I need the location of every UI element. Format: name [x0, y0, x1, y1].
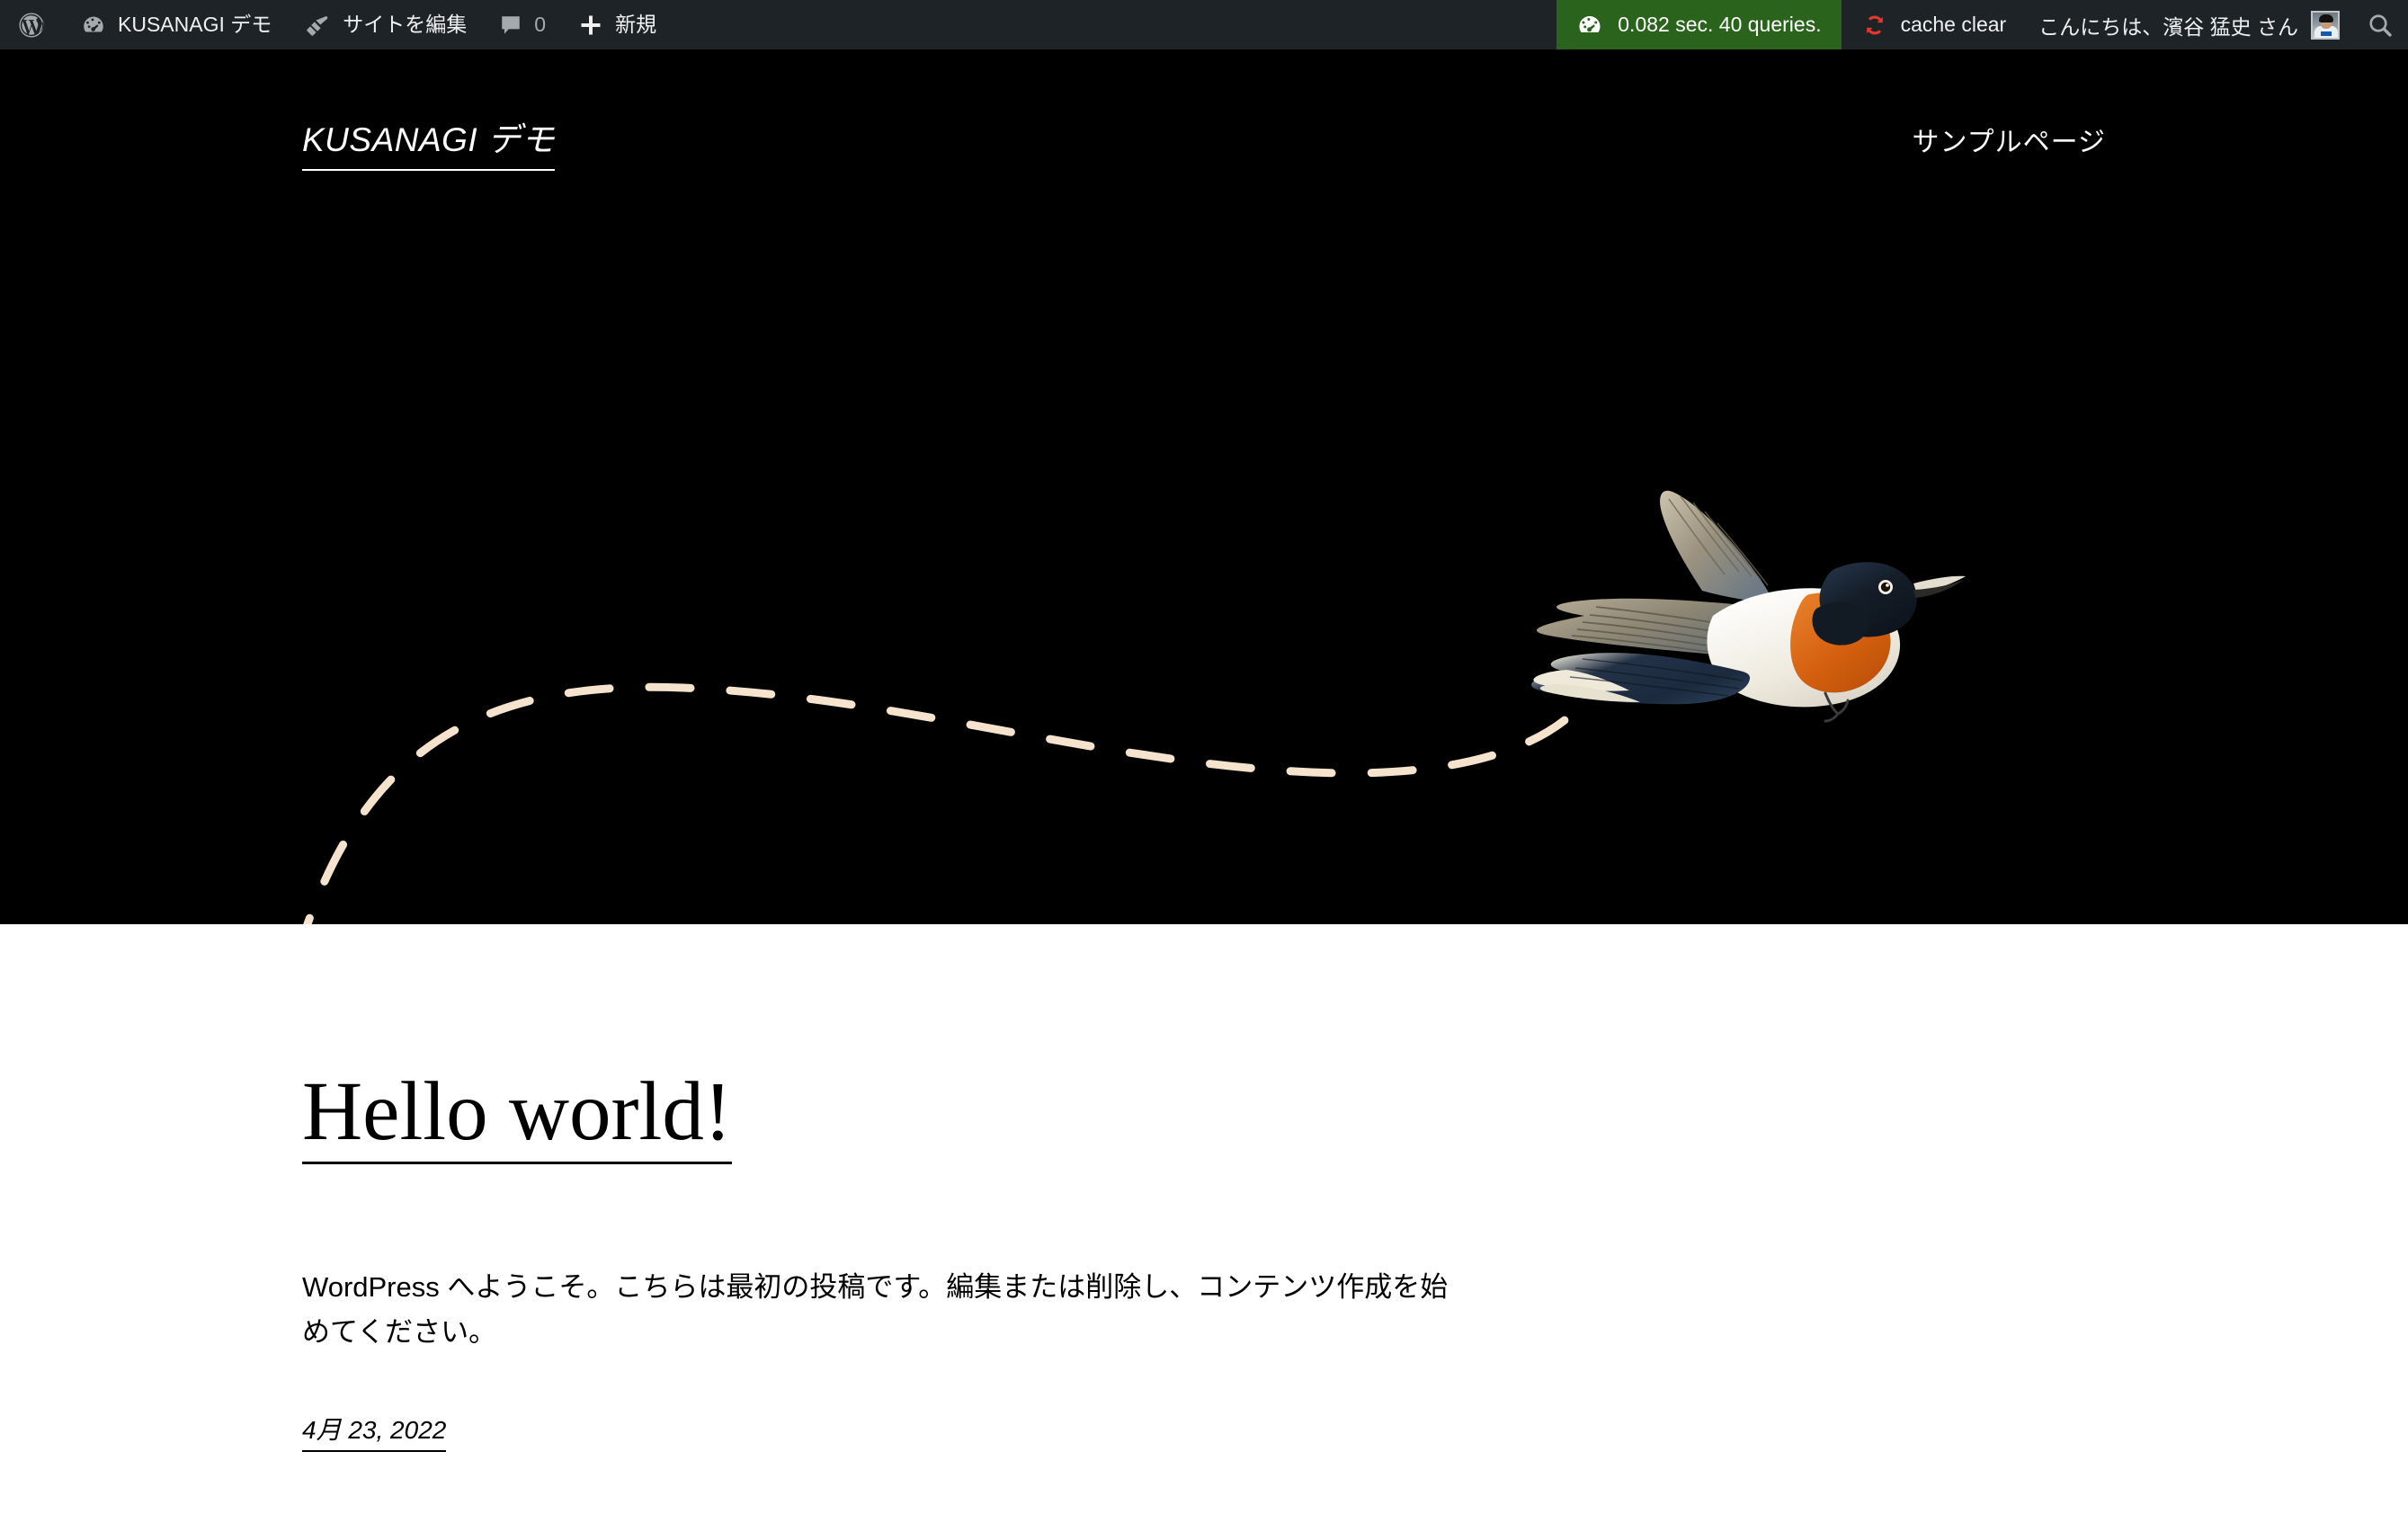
- refresh-icon: [1861, 12, 1888, 39]
- primary-navigation: サンプルページ: [1913, 120, 2107, 159]
- admin-bar-edit-site-label: サイトを編集: [343, 13, 468, 36]
- hero-banner: KUSANAGI デモ サンプルページ: [0, 49, 2408, 924]
- admin-bar-new-content-item[interactable]: 新規: [562, 0, 673, 49]
- dashboard-icon: [81, 13, 106, 38]
- admin-bar-left-group: KUSANAGI デモ サイトを編集 0 新規: [0, 0, 673, 49]
- performance-badge[interactable]: 0.082 sec. 40 queries.: [1556, 0, 1842, 49]
- cache-clear-label: cache clear: [1900, 13, 2007, 36]
- admin-bar-right-group: 0.082 sec. 40 queries. cache clear こんにちは…: [1556, 0, 2408, 49]
- post-date-link[interactable]: 4月 23, 2022: [302, 1411, 447, 1453]
- post-content-area: Hello world! WordPress へようこそ。こちらは最初の投稿です…: [0, 924, 2408, 1514]
- site-title-link[interactable]: KUSANAGI デモ: [302, 112, 555, 171]
- admin-bar: KUSANAGI デモ サイトを編集 0 新規 0.082 sec. 40 qu…: [0, 0, 2408, 49]
- admin-bar-spacer: [673, 0, 1556, 49]
- admin-bar-comments-item[interactable]: 0: [483, 0, 562, 49]
- admin-bar-wp-logo-item[interactable]: [0, 0, 65, 49]
- post-excerpt: WordPress へようこそ。こちらは最初の投稿です。編集または削除し、コンテ…: [302, 1270, 1449, 1348]
- admin-bar-search-button[interactable]: [2352, 0, 2408, 49]
- cache-clear-item[interactable]: cache clear: [1842, 0, 2025, 49]
- admin-bar-edit-site-item[interactable]: サイトを編集: [288, 0, 483, 49]
- wordpress-logo-icon: [18, 12, 45, 39]
- howdy-account-item[interactable]: こんにちは、濱谷 猛史 さん: [2024, 0, 2352, 49]
- admin-bar-site-name-label: KUSANAGI デモ: [118, 13, 272, 36]
- performance-badge-label: 0.082 sec. 40 queries.: [1618, 13, 1822, 36]
- avatar: [2311, 10, 2340, 40]
- howdy-label: こんにちは、濱谷 猛史 さん: [2038, 14, 2298, 39]
- admin-bar-site-name-item[interactable]: KUSANAGI デモ: [65, 0, 288, 49]
- site-header: KUSANAGI デモ サンプルページ: [0, 112, 2408, 171]
- post-title-link[interactable]: Hello world!: [302, 1068, 732, 1164]
- comment-bubble-icon: [499, 13, 522, 37]
- speedometer-icon: [1576, 12, 1603, 39]
- plus-icon: [578, 13, 603, 38]
- admin-bar-new-content-label: 新規: [615, 13, 657, 36]
- hero-illustration: [0, 49, 2408, 924]
- nav-item-sample-page[interactable]: サンプルページ: [1913, 120, 2107, 159]
- admin-bar-comment-count: 0: [534, 13, 547, 36]
- search-icon: [2366, 11, 2395, 40]
- paintbrush-icon: [304, 12, 331, 39]
